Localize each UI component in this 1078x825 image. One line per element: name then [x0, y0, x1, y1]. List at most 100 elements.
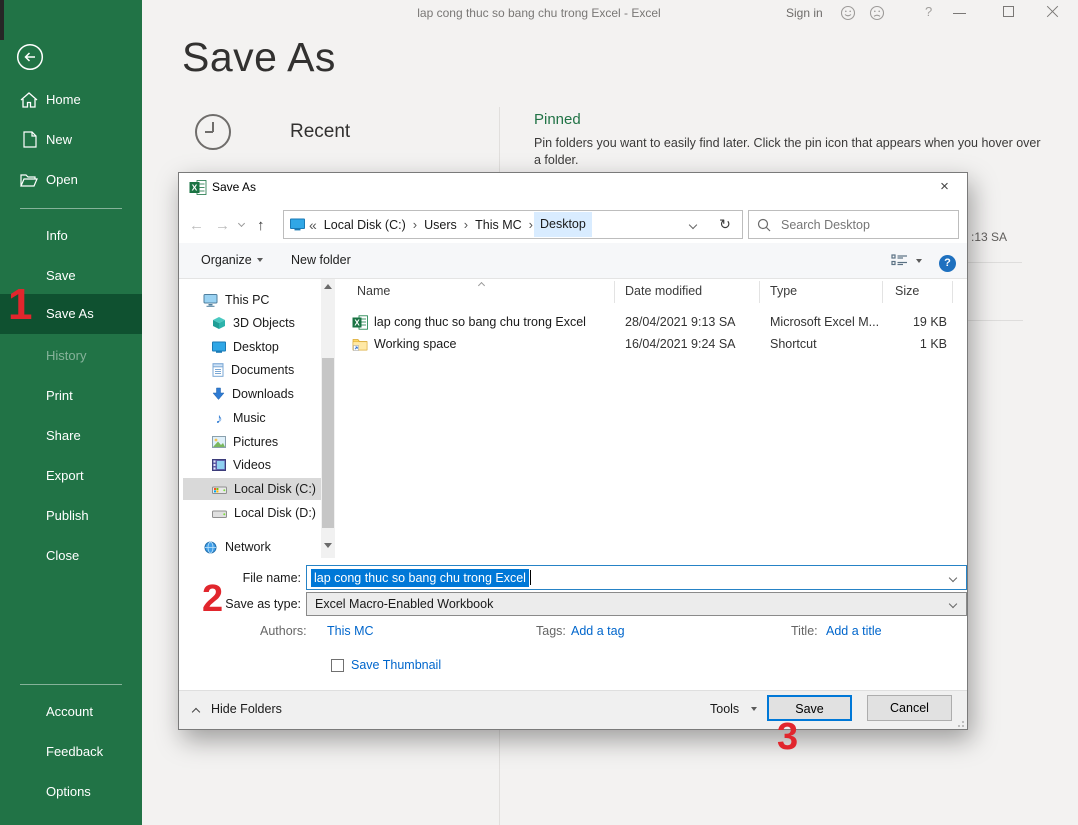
sidebar-item-open[interactable]: Open	[46, 171, 78, 189]
pinned-heading: Pinned	[534, 111, 581, 128]
help-icon[interactable]: ?	[925, 4, 932, 19]
sidebar-item-export[interactable]: Export	[46, 467, 84, 485]
nav-up-icon[interactable]: ↑	[257, 217, 265, 234]
file-type: Shortcut	[760, 337, 883, 351]
tree-item-3d-objects[interactable]: 3D Objects	[212, 312, 295, 334]
column-header-type[interactable]: Type	[760, 281, 883, 303]
save-as-dialog: X Save As × ← → ↑ « Local Disk (C:) › Us…	[178, 172, 968, 730]
file-date: 28/04/2021 9:13 SA	[615, 315, 760, 329]
tree-scrollbar[interactable]	[321, 279, 335, 558]
column-header-name[interactable]: Name	[336, 281, 615, 303]
refresh-button[interactable]: ↻	[708, 210, 743, 239]
window-title: lap cong thuc so bang chu trong Excel - …	[289, 6, 789, 20]
sidebar-item-save[interactable]: Save	[46, 267, 76, 285]
tree-item-desktop[interactable]: Desktop	[212, 336, 279, 358]
annotation-step-1: 1	[8, 280, 32, 330]
svg-text:X: X	[192, 183, 198, 193]
tree-item-music[interactable]: ♪ Music	[212, 407, 266, 429]
breadcrumb-overflow-icon[interactable]: «	[308, 217, 318, 233]
breadcrumb-this-mc[interactable]: This MC	[469, 218, 528, 232]
smiley-happy-icon[interactable]	[840, 5, 856, 26]
organize-button[interactable]: Organize	[201, 253, 263, 267]
page-title: Save As	[182, 34, 336, 81]
sidebar-item-new[interactable]: New	[46, 131, 72, 149]
tree-item-downloads[interactable]: Downloads	[212, 383, 294, 405]
tree-item-local-disk-d[interactable]: Local Disk (D:)	[212, 502, 316, 524]
nav-history-chevron-icon[interactable]	[238, 220, 245, 227]
smiley-sad-icon[interactable]	[869, 5, 885, 26]
nav-back-icon[interactable]: ←	[189, 217, 204, 234]
breadcrumb-users[interactable]: Users	[418, 218, 463, 232]
file-name-input[interactable]: lap cong thuc so bang chu trong Excel	[306, 565, 967, 590]
save-thumbnail-checkbox[interactable]	[331, 659, 344, 672]
clock-icon	[194, 113, 232, 156]
save-as-type-label: Save as type:	[179, 597, 301, 611]
search-box[interactable]	[748, 210, 959, 239]
backstage-sidebar: Home New Open Info Save Save As History …	[0, 0, 142, 825]
back-button[interactable]	[16, 43, 44, 76]
tree-item-pictures[interactable]: Pictures	[212, 431, 278, 453]
breadcrumb-local-disk-c[interactable]: Local Disk (C:)	[318, 218, 412, 232]
sidebar-item-options[interactable]: Options	[46, 783, 91, 801]
file-row[interactable]: Working space 16/04/2021 9:24 SA Shortcu…	[336, 333, 967, 355]
sort-ascending-icon	[478, 282, 485, 289]
add-title-link[interactable]: Add a title	[826, 624, 882, 638]
dialog-footer: Hide Folders Tools Save Cancel	[179, 690, 967, 729]
sidebar-item-share[interactable]: Share	[46, 427, 81, 445]
type-dropdown-icon[interactable]	[949, 600, 957, 608]
dialog-help-button[interactable]: ?	[939, 255, 956, 272]
dialog-close-button[interactable]: ×	[922, 173, 967, 202]
recent-tab[interactable]: Recent	[290, 121, 350, 143]
title-label: Title:	[791, 624, 818, 638]
scroll-up-icon[interactable]	[324, 284, 332, 289]
file-list-header: Name Date modified Type Size	[336, 281, 967, 303]
save-as-type-select[interactable]: Excel Macro-Enabled Workbook	[306, 592, 967, 616]
file-name-value: lap cong thuc so bang chu trong Excel	[311, 569, 529, 587]
pinned-description: Pin folders you want to easily find late…	[534, 136, 1041, 150]
tree-item-network[interactable]: Network	[203, 536, 271, 558]
column-header-size[interactable]: Size	[883, 281, 953, 303]
column-header-date-modified[interactable]: Date modified	[615, 281, 760, 303]
tools-button[interactable]: Tools	[710, 702, 757, 716]
recent-file-time-fragment: :13 SA	[971, 230, 1007, 244]
breadcrumb-desktop[interactable]: Desktop	[534, 212, 592, 237]
tree-item-local-disk-c[interactable]: Local Disk (C:)	[212, 478, 316, 500]
save-thumbnail-label[interactable]: Save Thumbnail	[351, 658, 441, 672]
close-window-button[interactable]	[1046, 4, 1060, 18]
resize-grip[interactable]	[955, 718, 964, 727]
annotation-step-2: 2	[202, 578, 223, 621]
hide-folders-button[interactable]: Hide Folders	[211, 702, 282, 716]
tree-item-videos[interactable]: Videos	[212, 454, 271, 476]
tree-item-this-pc[interactable]: This PC	[203, 289, 269, 311]
file-name-label: File name:	[179, 571, 301, 585]
nav-forward-icon[interactable]: →	[215, 217, 230, 234]
file-date: 16/04/2021 9:24 SA	[615, 337, 760, 351]
breadcrumb-dropdown-icon[interactable]	[689, 220, 697, 228]
sidebar-item-publish[interactable]: Publish	[46, 507, 89, 525]
sidebar-item-feedback[interactable]: Feedback	[46, 743, 103, 761]
sidebar-item-home[interactable]: Home	[46, 91, 81, 109]
sidebar-divider	[20, 684, 122, 685]
file-name-dropdown-icon[interactable]	[949, 574, 957, 582]
scrollbar-thumb[interactable]	[322, 358, 334, 528]
sidebar-item-print[interactable]: Print	[46, 387, 73, 405]
address-bar[interactable]: « Local Disk (C:) › Users › This MC › De…	[283, 210, 709, 239]
save-as-type-value: Excel Macro-Enabled Workbook	[315, 597, 493, 611]
sidebar-item-account[interactable]: Account	[46, 703, 93, 721]
collapse-chevron-icon	[193, 704, 199, 718]
sidebar-item-info[interactable]: Info	[46, 227, 68, 245]
maximize-button[interactable]	[1003, 6, 1014, 17]
authors-value[interactable]: This MC	[327, 624, 374, 638]
sign-in-link[interactable]: Sign in	[786, 6, 823, 20]
search-input[interactable]	[779, 217, 950, 233]
file-row[interactable]: X lap cong thuc so bang chu trong Excel …	[336, 311, 967, 333]
scroll-down-icon[interactable]	[324, 543, 332, 548]
text-cursor	[530, 570, 531, 585]
sidebar-item-close[interactable]: Close	[46, 547, 79, 565]
add-tag-link[interactable]: Add a tag	[571, 624, 625, 638]
cancel-button[interactable]: Cancel	[867, 695, 952, 721]
minimize-button[interactable]	[953, 13, 966, 14]
tree-item-documents[interactable]: Documents	[212, 359, 294, 381]
views-button[interactable]	[891, 254, 922, 271]
new-folder-button[interactable]: New folder	[291, 253, 351, 267]
